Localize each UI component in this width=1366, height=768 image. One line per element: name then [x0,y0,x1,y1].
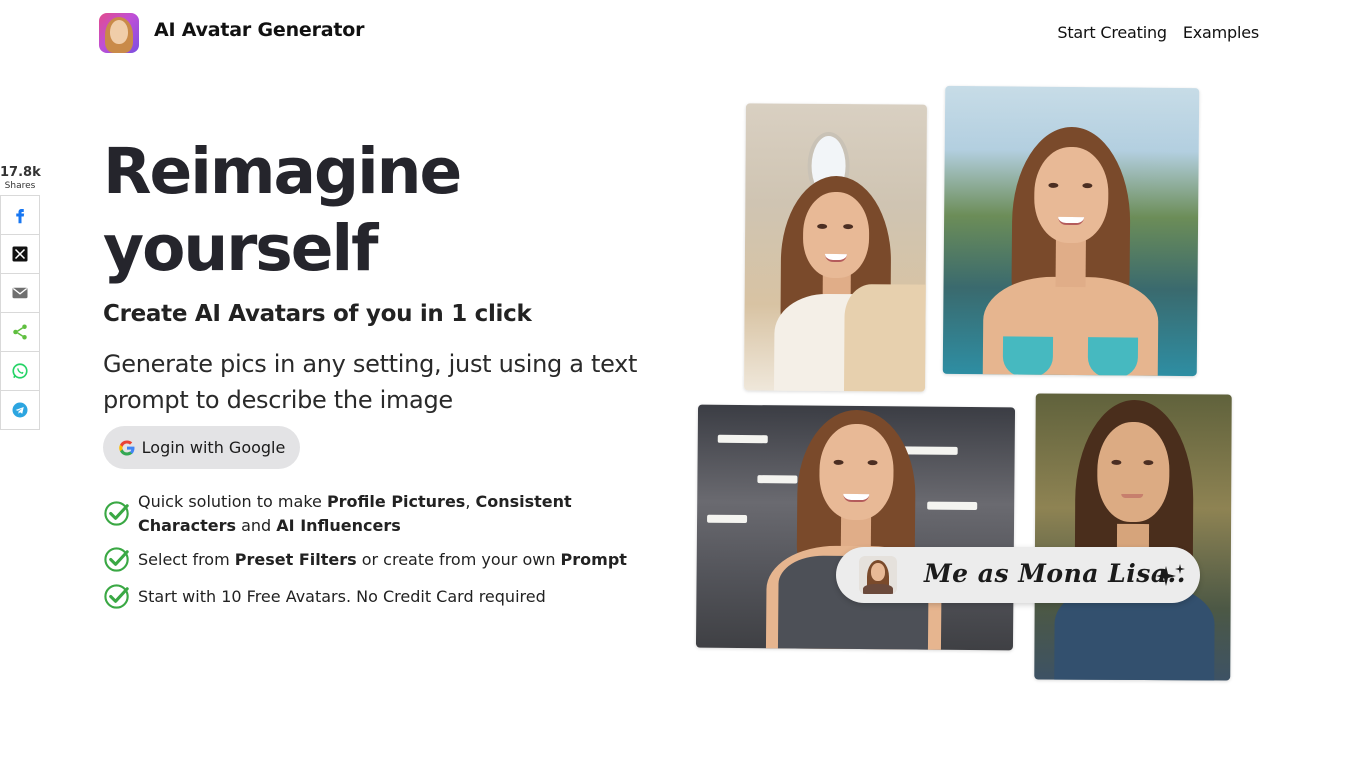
general-share-button[interactable] [0,312,40,351]
avatar-photo-airplane [744,103,927,392]
telegram-share-button[interactable] [0,390,40,430]
share-label: Shares [4,181,36,191]
feature-text: Quick solution to make Profile Pictures,… [138,492,572,535]
hero-description: Generate pics in any setting, just using… [103,350,638,414]
prompt-pill: Me as Mona Lisa.. [836,547,1200,603]
prompt-text: Me as Mona Lisa.. [924,559,1186,588]
feature-text: Select from Preset Filters or create fro… [138,550,627,569]
login-with-google-button[interactable]: Login with Google [103,426,300,469]
avatar-thumbnail [859,556,897,594]
hero-title: Reimagine yourself [103,133,663,287]
hero-subtitle: Create AI Avatars of you in 1 click [103,301,532,327]
avatar-photo-mona-lisa [1034,393,1232,681]
x-share-button[interactable] [0,234,40,273]
share-count: 17.8k [0,165,41,180]
whatsapp-icon [12,363,28,379]
facebook-icon [16,209,25,224]
feature-item: Quick solution to make Profile Pictures,… [103,490,663,538]
share-sidebar: 17.8k Shares [0,165,41,430]
feature-item: Start with 10 Free Avatars. No Credit Ca… [103,584,663,611]
brand-logo[interactable] [99,13,139,53]
hero-title-line2: yourself [103,212,379,285]
brand-name[interactable]: AI Avatar Generator [154,19,365,41]
check-circle-icon [104,501,129,526]
feature-item: Select from Preset Filters or create fro… [103,547,663,574]
email-share-button[interactable] [0,273,40,312]
telegram-icon [12,402,28,418]
site-header: AI Avatar Generator Start Creating Examp… [0,0,1366,64]
email-icon [12,287,28,299]
nav-examples[interactable]: Examples [1183,23,1259,42]
sparkle-icon [1156,564,1185,586]
x-icon [12,246,28,262]
check-circle-icon [104,584,129,609]
login-button-label: Login with Google [141,438,286,457]
share-icon [13,324,27,340]
facebook-share-button[interactable] [0,195,40,234]
top-nav: Start Creating Examples [1057,23,1259,42]
whatsapp-share-button[interactable] [0,351,40,390]
hero-title-line1: Reimagine [103,135,462,208]
avatar-photo-beach [942,85,1200,377]
feature-list: Quick solution to make Profile Pictures,… [103,490,663,621]
feature-text: Start with 10 Free Avatars. No Credit Ca… [138,587,546,606]
nav-start-creating[interactable]: Start Creating [1057,23,1167,42]
google-icon [118,440,135,455]
avatar-photo-gym [695,404,1016,651]
check-circle-icon [104,547,129,572]
